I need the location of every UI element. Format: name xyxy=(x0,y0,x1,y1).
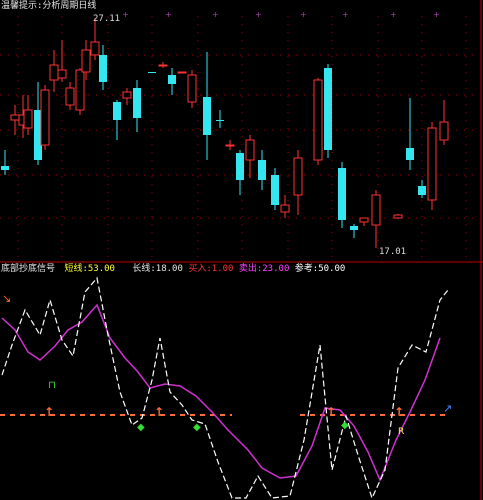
top-marker: + xyxy=(255,10,262,19)
candle-body xyxy=(168,75,176,84)
candle-body xyxy=(40,89,50,146)
indicator-param: 买入:1.00 xyxy=(188,264,234,274)
indicator-param: 卖出:23.00 xyxy=(238,264,290,274)
candle-body xyxy=(258,160,266,180)
candle-body xyxy=(113,102,121,120)
candle-body xyxy=(236,153,244,180)
price-low-label: 17.01 xyxy=(379,247,406,257)
arrow-up-icon: ↑ xyxy=(44,405,54,419)
short-line xyxy=(1,276,449,500)
candle-body xyxy=(187,74,197,103)
candle-body xyxy=(418,186,426,195)
window-title: 温馨提示:分析周期日线 xyxy=(1,1,97,11)
arrow-up-right-icon: ↗ xyxy=(443,402,452,415)
candlestick-series xyxy=(1,18,449,248)
diamond-icon: ◆ xyxy=(341,420,349,431)
chart-canvas[interactable]: + + + + + + + + ↑ ↑ ↑ ↑ ↘ ↗ ◆ ◆ ◆ ⊓ R 27.11 17.01 xyxy=(0,0,483,500)
candle-body xyxy=(338,168,346,220)
arrow-up-icon: ↑ xyxy=(154,405,164,419)
candle-body xyxy=(371,194,381,226)
candle-body xyxy=(49,64,59,81)
arrow-up-icon: ↑ xyxy=(394,405,404,419)
candle-body xyxy=(350,226,358,230)
candle-body xyxy=(122,91,132,99)
candle-body xyxy=(133,88,141,118)
candle-body xyxy=(216,120,224,121)
price-high-label: 27.11 xyxy=(93,14,120,24)
candle-body xyxy=(313,79,323,161)
signal-flag-icon: R xyxy=(398,427,404,437)
candle-body xyxy=(177,71,187,74)
candle-body xyxy=(393,214,403,219)
long-line xyxy=(1,303,441,482)
candle-body xyxy=(406,148,414,160)
candle-body xyxy=(148,72,156,73)
arrow-down-icon: ↘ xyxy=(2,292,11,305)
top-marker: + xyxy=(342,10,349,19)
top-marker: + xyxy=(390,10,397,19)
candle-body xyxy=(23,109,33,129)
candle-body xyxy=(245,139,255,161)
indicator-param: 长线:18.00 xyxy=(132,264,183,274)
diamond-icon: ◆ xyxy=(193,422,201,433)
top-marker: + xyxy=(122,10,129,19)
top-marker: + xyxy=(165,10,172,19)
top-marker: + xyxy=(300,10,307,19)
candle-body xyxy=(81,49,91,73)
top-marker: + xyxy=(433,10,440,19)
candle-body xyxy=(1,166,9,170)
bracket-icon: ⊓ xyxy=(48,380,56,391)
candle-body xyxy=(271,175,279,205)
candle-body xyxy=(324,68,332,150)
arrow-up-icon: ↑ xyxy=(326,405,336,419)
candle-body xyxy=(57,69,67,79)
candle-body xyxy=(90,41,100,56)
candle-body xyxy=(99,55,107,82)
candle-body xyxy=(75,69,85,111)
candle-body xyxy=(427,127,437,201)
candle-body xyxy=(225,144,235,147)
diamond-icon: ◆ xyxy=(137,422,145,433)
indicator-lines xyxy=(1,276,449,500)
price-grid: + + + + + + + + xyxy=(0,10,480,260)
candle-body xyxy=(158,64,168,67)
candle-body xyxy=(359,217,369,223)
candle-body xyxy=(280,204,290,213)
indicator-param: 短线:53.00 xyxy=(64,264,115,274)
candle-body xyxy=(65,87,75,106)
indicator-param: 参考:50.00 xyxy=(294,264,346,274)
candle-body xyxy=(439,121,449,141)
candle-body xyxy=(203,97,211,135)
indicator-title: 底部抄底信号 xyxy=(1,264,56,274)
top-marker: + xyxy=(212,10,219,19)
candle-body xyxy=(293,157,303,196)
indicator-header: 底部抄底信号 短线:53.00 长线:18.00 买入:1.00 卖出:23.0… xyxy=(1,264,345,274)
candle-body xyxy=(10,114,20,121)
